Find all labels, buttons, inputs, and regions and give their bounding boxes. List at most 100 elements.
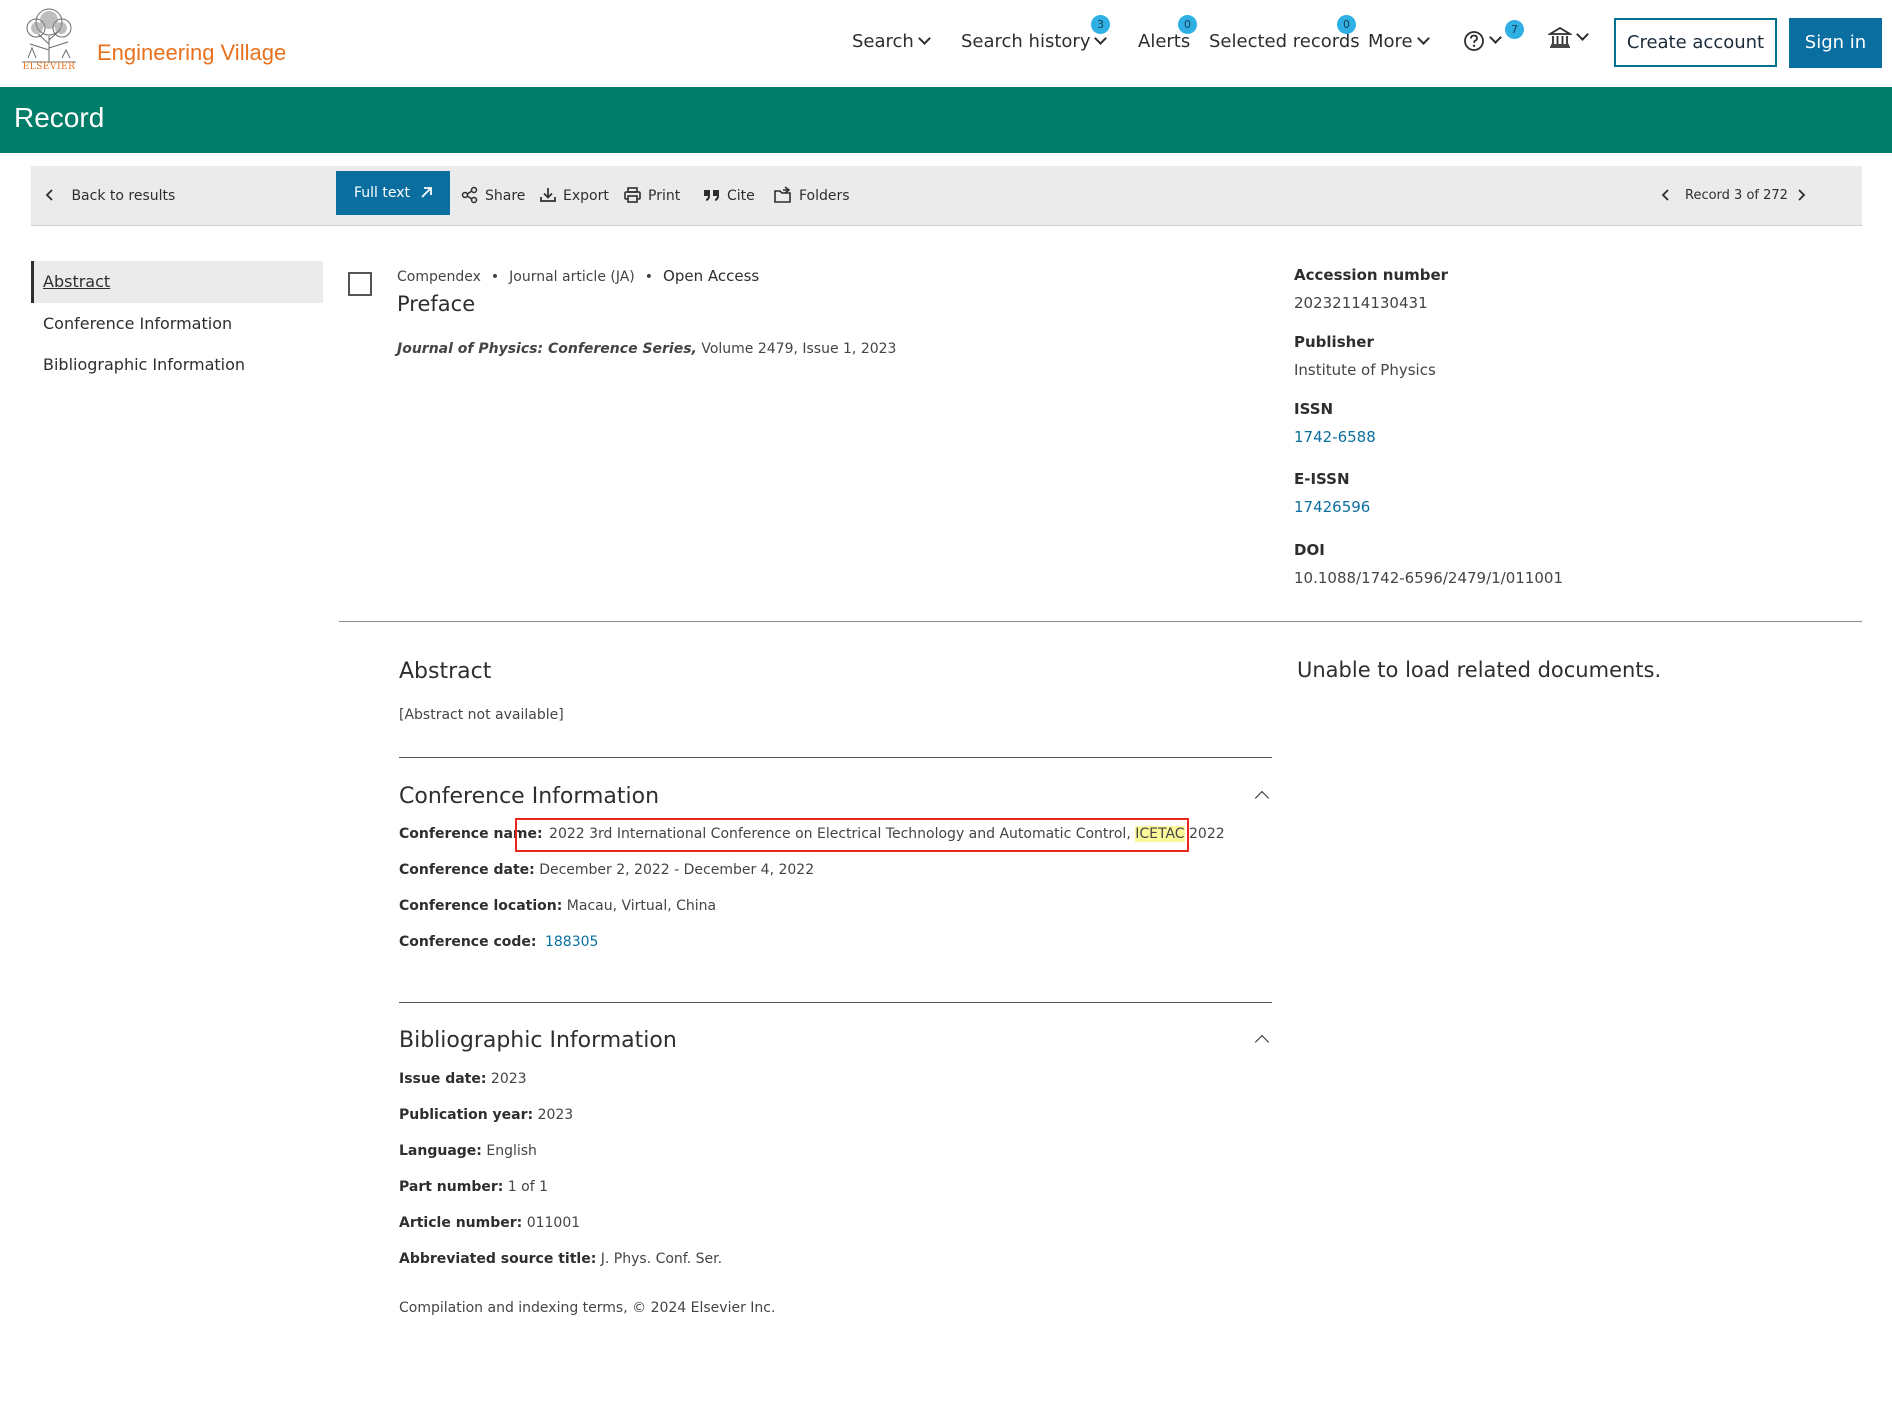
database-name: Compendex (397, 269, 481, 285)
conference-location-value: Macau, Virtual, China (566, 898, 717, 914)
record-position: Record 3 of 272 (1685, 188, 1788, 203)
doi-value[interactable]: 10.1088/1742-6596/2479/1/011001 (1294, 569, 1563, 587)
help-count-badge: 7 (1505, 20, 1524, 39)
printer-icon (624, 187, 641, 203)
cite-button[interactable]: Cite (703, 166, 755, 226)
full-text-button[interactable]: Full text (336, 171, 450, 215)
brand-name[interactable]: Engineering Village (97, 40, 286, 66)
nav-more[interactable]: More (1368, 31, 1430, 52)
chevron-right-icon (1798, 189, 1806, 201)
divider (339, 621, 1862, 622)
related-documents-message: Unable to load related documents. (1297, 658, 1662, 682)
field-value: 011001 (526, 1215, 581, 1231)
create-account-button[interactable]: Create account (1614, 18, 1777, 67)
export-button[interactable]: Export (539, 166, 609, 226)
download-icon (540, 188, 556, 202)
sidenav-conference-information[interactable]: Conference Information (31, 303, 323, 345)
nav-selected-records[interactable]: Selected records (1209, 31, 1360, 52)
sidenav-abstract[interactable]: Abstract (31, 261, 323, 303)
quote-icon (704, 190, 719, 201)
accession-number-label: Accession number (1294, 266, 1449, 284)
chevron-down-icon (1416, 32, 1430, 45)
nav-search-label: Search (852, 31, 914, 52)
annotation-highlight-box (515, 818, 1189, 852)
alerts-count-badge: 0 (1178, 15, 1197, 34)
accession-number-block: Accession number 20232114130431 (1294, 266, 1448, 312)
collapse-bibliographic-caret-icon[interactable] (1254, 1034, 1270, 1050)
issn-block: ISSN 1742-6588 (1294, 400, 1376, 446)
sidenav-bibliographic-information[interactable]: Bibliographic Information (31, 344, 323, 386)
back-to-results-label: Back to results (71, 188, 176, 204)
elsevier-tree-logo-icon[interactable] (18, 6, 80, 64)
folder-add-icon (774, 186, 791, 203)
export-label: Export (563, 188, 609, 204)
language-field: Language: English (399, 1143, 537, 1159)
record-toolbar: Back to results Full text Share Export P… (31, 166, 1862, 226)
field-label: Abbreviated source title: (399, 1251, 597, 1267)
conference-date-field: Conference date: December 2, 2022 - Dece… (399, 862, 814, 878)
nav-search-history[interactable]: Search history (961, 31, 1108, 52)
conference-code-field: Conference code: 188305 (399, 934, 598, 950)
share-button[interactable]: Share (461, 166, 525, 226)
abbreviated-source-title-field: Abbreviated source title: J. Phys. Conf.… (399, 1251, 722, 1267)
back-to-results-link[interactable]: Back to results (43, 166, 175, 226)
print-button[interactable]: Print (623, 166, 680, 226)
conference-code-label: Conference code: (399, 934, 537, 950)
print-label: Print (648, 188, 681, 204)
doi-label: DOI (1294, 541, 1325, 559)
issn-link[interactable]: 1742-6588 (1294, 428, 1376, 446)
field-value: 1 of 1 (507, 1179, 549, 1195)
field-label: Article number: (399, 1215, 523, 1231)
field-label: Part number: (399, 1179, 504, 1195)
share-icon (461, 186, 478, 204)
conference-name-year: 2022 (1184, 826, 1225, 842)
conference-date-value: December 2, 2022 - December 4, 2022 (539, 862, 815, 878)
record-title: Preface (397, 292, 476, 316)
next-record-button[interactable] (1795, 166, 1813, 226)
external-link-icon (421, 187, 432, 198)
field-label: Publication year: (399, 1107, 534, 1123)
collapse-conference-caret-icon[interactable] (1254, 790, 1270, 806)
nav-help[interactable] (1463, 30, 1502, 52)
nav-institution[interactable] (1546, 26, 1589, 50)
conference-information-heading: Conference Information (399, 784, 660, 809)
select-record-checkbox[interactable] (348, 272, 372, 296)
open-access-label: Open Access (663, 267, 760, 285)
abstract-text: [Abstract not available] (399, 707, 564, 723)
cite-label: Cite (727, 188, 755, 204)
elsevier-wordmark: ELSEVIER (22, 62, 76, 72)
article-number-field: Article number: 011001 (399, 1215, 580, 1231)
divider (399, 757, 1272, 758)
field-value: J. Phys. Conf. Ser. (600, 1251, 723, 1267)
chevron-down-icon (1489, 31, 1502, 44)
chevron-down-icon (1576, 28, 1589, 41)
doi-block: DOI 10.1088/1742-6596/2479/1/011001 (1294, 541, 1563, 587)
folders-label: Folders (799, 188, 850, 204)
publication-year-field: Publication year: 2023 (399, 1107, 573, 1123)
conference-location-field: Conference location: Macau, Virtual, Chi… (399, 898, 716, 914)
publisher-label: Publisher (1294, 333, 1374, 351)
field-label: Language: (399, 1143, 482, 1159)
sign-in-button[interactable]: Sign in (1789, 18, 1882, 68)
nav-alerts[interactable]: Alerts (1138, 31, 1190, 52)
share-label: Share (485, 188, 526, 204)
record-meta: Compendex • Journal article (JA) • Open Acce… (397, 267, 760, 285)
nav-search[interactable]: Search (852, 31, 931, 52)
full-text-label: Full text (354, 185, 411, 201)
accession-number-value: 20232114130431 (1294, 294, 1428, 312)
folders-button[interactable]: Folders (773, 166, 850, 226)
issue-date-field: Issue date: 2023 (399, 1071, 527, 1087)
eissn-link[interactable]: 17426596 (1294, 498, 1370, 516)
conference-code-link[interactable]: 188305 (545, 934, 598, 950)
nav-search-history-label: Search history (961, 31, 1091, 52)
page-title: Record (14, 102, 105, 133)
top-header: ELSEVIER Engineering Village Search Sear… (0, 0, 1892, 87)
publisher-block: Publisher Institute of Physics (1294, 333, 1436, 379)
eissn-block: E-ISSN 17426596 (1294, 470, 1370, 516)
chevron-left-icon (1661, 189, 1669, 201)
field-value: 2023 (537, 1107, 574, 1123)
previous-record-button[interactable] (1660, 166, 1678, 226)
chevron-left-icon (45, 189, 53, 201)
field-value: 2023 (490, 1071, 527, 1087)
publisher-value: Institute of Physics (1294, 361, 1436, 379)
